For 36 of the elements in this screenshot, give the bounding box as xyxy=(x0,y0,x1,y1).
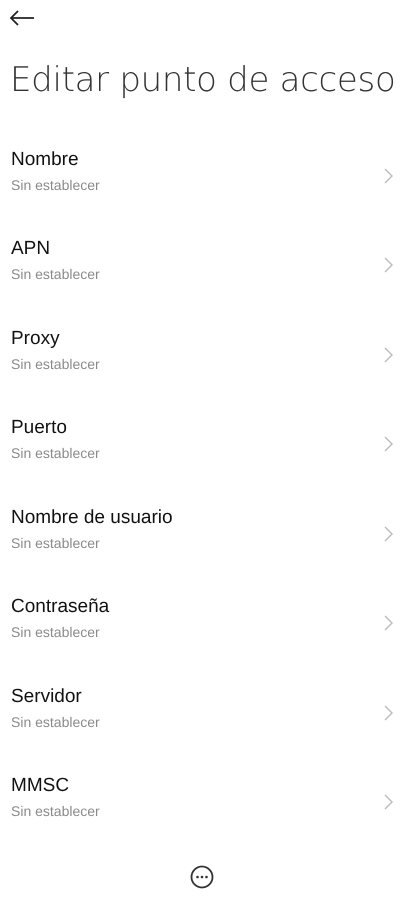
page-title: Editar punto de acceso xyxy=(10,60,396,100)
setting-row[interactable]: Puerto Sin establecer xyxy=(0,404,405,493)
more-button[interactable] xyxy=(190,865,214,889)
setting-row[interactable]: Contraseña Sin establecer xyxy=(0,582,405,672)
setting-label: Servidor xyxy=(11,686,83,708)
more-icon xyxy=(190,865,214,889)
setting-row[interactable]: MMSC Sin establecer xyxy=(0,762,405,851)
setting-row[interactable]: Servidor Sin establecer xyxy=(0,672,405,762)
chevron-right-icon xyxy=(384,436,393,452)
chevron-right-icon xyxy=(384,794,393,810)
back-arrow-icon xyxy=(9,10,35,26)
setting-label: Contraseña xyxy=(11,596,110,618)
setting-row[interactable]: Proxy Sin establecer xyxy=(0,314,405,404)
setting-label: Puerto xyxy=(11,417,68,440)
chevron-right-icon xyxy=(384,346,393,363)
setting-value: Sin establecer xyxy=(11,356,101,372)
setting-value: Sin establecer xyxy=(11,266,101,282)
setting-row[interactable]: APN Sin establecer xyxy=(0,224,405,314)
setting-value: Sin establecer xyxy=(11,176,101,193)
setting-row[interactable]: Nombre de usuario Sin establecer xyxy=(0,493,405,582)
chevron-right-icon xyxy=(384,526,393,542)
setting-label: Nombre xyxy=(11,148,80,171)
setting-label: APN xyxy=(11,238,52,260)
setting-label: Proxy xyxy=(11,328,61,350)
setting-row[interactable]: Nombre Sin establecer xyxy=(0,135,405,224)
chevron-right-icon xyxy=(384,257,393,274)
setting-value: Sin establecer xyxy=(11,624,101,640)
chevron-right-icon xyxy=(384,704,393,721)
chevron-right-icon xyxy=(384,168,393,184)
setting-value: Sin establecer xyxy=(11,803,101,820)
setting-value: Sin establecer xyxy=(11,714,101,730)
setting-value: Sin establecer xyxy=(11,534,101,551)
chevron-right-icon xyxy=(384,615,393,632)
setting-label: MMSC xyxy=(11,775,70,798)
setting-label: Nombre de usuario xyxy=(11,506,174,529)
setting-value: Sin establecer xyxy=(11,445,101,462)
